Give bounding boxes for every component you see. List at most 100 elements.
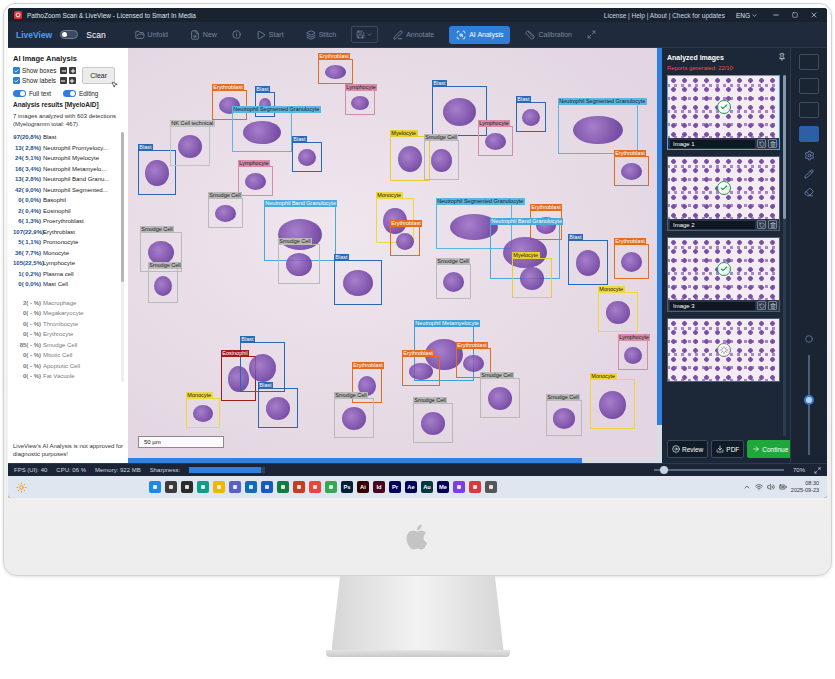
taskbar-app[interactable] — [309, 481, 321, 493]
vertical-slider[interactable] — [808, 355, 810, 455]
taskbar-app[interactable] — [197, 481, 209, 493]
thumbnail-scroll-thumb[interactable] — [783, 75, 786, 219]
toolbar-button[interactable]: Unfold — [128, 26, 175, 44]
toggle-switch[interactable] — [13, 90, 26, 97]
toolbar-button[interactable]: Stitch — [299, 26, 344, 44]
side-tool-button[interactable] — [799, 126, 819, 142]
taskbar-app[interactable] — [453, 481, 465, 493]
liveview-label[interactable]: LiveView — [16, 30, 52, 40]
taskbar-app[interactable] — [165, 481, 177, 493]
taskbar-app[interactable]: Pr — [389, 481, 401, 493]
scan-label[interactable]: Scan — [86, 30, 105, 40]
detection-box[interactable]: NK Cell technical — [170, 126, 210, 166]
eraser-button[interactable] — [804, 187, 814, 197]
detection-box[interactable]: Smudge Cell — [424, 140, 459, 180]
toolbar-button[interactable]: Start — [249, 26, 291, 44]
detection-box[interactable]: Smudge Cell — [546, 400, 582, 436]
toolbar-button[interactable]: Calibration — [518, 26, 578, 44]
toggle-switch[interactable] — [63, 90, 76, 97]
detection-box[interactable]: Blast — [292, 142, 322, 172]
minimize-button[interactable] — [769, 11, 783, 19]
settings-button[interactable] — [804, 150, 815, 161]
checkbox[interactable] — [13, 67, 20, 74]
detection-box[interactable]: Lymphocyte — [618, 340, 648, 370]
taskbar-app[interactable] — [485, 481, 497, 493]
language-select[interactable]: ENG — [736, 12, 758, 19]
detection-box[interactable]: Blast — [334, 260, 382, 305]
detection-box[interactable]: Smudge Cell — [334, 398, 374, 438]
detection-box[interactable]: Lymphocyte — [238, 166, 273, 196]
detection-box[interactable]: Erythroblast — [212, 90, 247, 120]
taskbar-app[interactable]: Au — [421, 481, 433, 493]
taskbar-app[interactable] — [261, 481, 273, 493]
vertical-slider-thumb[interactable] — [804, 395, 814, 405]
taskbar-app[interactable]: Id — [373, 481, 385, 493]
increase-button[interactable] — [69, 77, 76, 84]
delete-button[interactable] — [768, 139, 777, 148]
micrograph[interactable]: Blast Erythroblast Blast Erythroblast Lympho… — [128, 48, 657, 458]
detection-box[interactable]: Smudge Cell — [278, 244, 320, 284]
side-tool-button[interactable] — [799, 54, 819, 70]
panel-button[interactable]: Review — [667, 440, 708, 458]
taskbar-app[interactable] — [213, 481, 225, 493]
header-menu[interactable]: License | Help | About | Check for updat… — [604, 12, 725, 19]
taskbar-app[interactable] — [293, 481, 305, 493]
detection-box[interactable]: Lymphocyte — [345, 90, 375, 115]
decrease-button[interactable] — [60, 67, 67, 74]
taskbar-app[interactable] — [149, 481, 161, 493]
taskbar-app[interactable]: Ai — [357, 481, 369, 493]
detection-box[interactable]: Smudge Cell — [208, 198, 243, 228]
toolbar-button[interactable]: AI Analysis — [449, 26, 510, 44]
zoom-slider-thumb[interactable] — [660, 466, 668, 474]
detection-box[interactable]: Blast — [516, 102, 546, 132]
detection-box[interactable]: Smudge Cell — [148, 268, 178, 303]
detection-box[interactable]: Erythroblast — [402, 356, 440, 386]
image-thumbnail[interactable]: Image 3 — [667, 237, 780, 312]
thumbnail-scrollbar[interactable] — [783, 75, 786, 436]
detection-box[interactable]: Erythroblast — [390, 226, 420, 256]
taskbar-app[interactable] — [325, 481, 337, 493]
taskbar-app[interactable] — [469, 481, 481, 493]
mode-switch[interactable] — [60, 30, 78, 39]
detection-box[interactable]: Myelocyte — [512, 258, 552, 298]
save-dropdown[interactable] — [351, 26, 378, 43]
toolbar-button[interactable]: Annotate — [386, 26, 441, 44]
clock[interactable]: 08:302025-09-23 — [791, 480, 819, 494]
zoom-slider[interactable] — [654, 469, 784, 471]
detection-box[interactable]: Erythroblast — [530, 210, 562, 240]
reload-button[interactable] — [757, 220, 766, 229]
detection-box[interactable]: Monocyte — [598, 292, 638, 332]
detection-box[interactable]: Erythroblast — [318, 59, 353, 84]
increase-button[interactable] — [69, 67, 76, 74]
list-scrollbar[interactable] — [121, 132, 124, 382]
taskbar-app[interactable]: Ps — [341, 481, 353, 493]
pen-button[interactable] — [804, 169, 814, 179]
delete-button[interactable] — [768, 220, 777, 229]
detection-box[interactable]: Smudge Cell — [480, 378, 520, 418]
taskbar-app[interactable] — [245, 481, 257, 493]
side-tool-button[interactable] — [799, 102, 819, 118]
image-thumbnail[interactable] — [667, 318, 780, 382]
list-scroll-thumb[interactable] — [121, 132, 124, 282]
side-tool-button[interactable] — [799, 78, 819, 94]
detection-box[interactable]: Neutrophil Segmented Granulocyte — [436, 204, 512, 249]
taskbar-app[interactable] — [181, 481, 193, 493]
detection-box[interactable]: Lymphocyte — [478, 126, 513, 156]
taskbar-app[interactable] — [277, 481, 289, 493]
detection-box[interactable]: Smudge Cell — [436, 264, 471, 299]
panel-button[interactable]: PDF — [711, 440, 744, 458]
image-thumbnail[interactable]: Image 1 — [667, 75, 780, 150]
close-button[interactable] — [807, 11, 821, 19]
detection-box[interactable]: Smudge Cell — [413, 403, 453, 443]
taskbar-app[interactable]: Ae — [405, 481, 417, 493]
taskbar-app[interactable]: Me — [437, 481, 449, 493]
detection-box[interactable]: Monocyte — [186, 398, 220, 428]
image-thumbnail[interactable]: Image 2 — [667, 156, 780, 231]
delete-button[interactable] — [768, 301, 777, 310]
clear-button[interactable]: Clear — [82, 67, 115, 84]
toolbar-button[interactable]: New — [183, 26, 224, 44]
detection-box[interactable]: Erythroblast — [614, 244, 649, 279]
reload-button[interactable] — [757, 301, 766, 310]
taskbar-app[interactable] — [229, 481, 241, 493]
detection-box[interactable]: Monocyte — [590, 379, 635, 429]
